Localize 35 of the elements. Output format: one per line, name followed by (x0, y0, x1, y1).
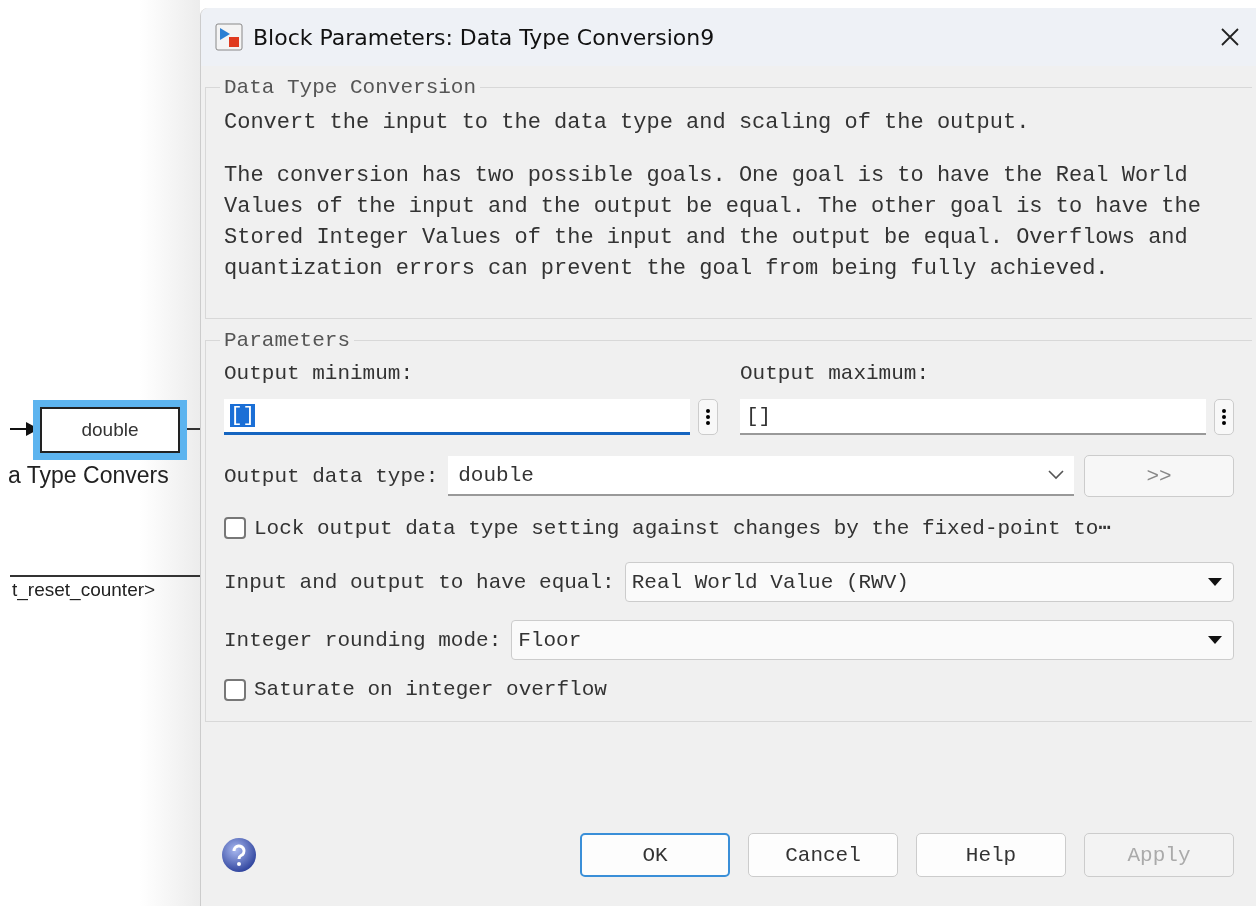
checkbox[interactable] (224, 516, 246, 539)
vertical-dots-icon (1222, 409, 1226, 425)
checkbox-label: Saturate on integer overflow (254, 678, 607, 701)
input-field[interactable]: [] (740, 399, 1206, 435)
signal-line (187, 428, 200, 430)
help-icon[interactable] (221, 837, 257, 873)
group-title: Parameters (223, 329, 352, 352)
field-label: Output maximum: (740, 362, 931, 385)
signal-label: t_reset_counter> (12, 579, 156, 601)
checkbox-label: Lock output data type setting against changes by the fixed-point to⋯ (254, 516, 1111, 540)
dropdown-arrow-icon (1207, 577, 1223, 587)
vertical-dots-icon (706, 409, 710, 425)
field-label: Input and output to have equal: (224, 570, 615, 594)
more-options-button[interactable] (698, 399, 718, 435)
dialog-button[interactable]: Cancel (748, 833, 898, 877)
block-app-icon (215, 23, 243, 51)
group-title: Data Type Conversion (223, 76, 478, 99)
dropdown-arrow-icon (1207, 635, 1223, 645)
conversion-block[interactable]: double (40, 407, 180, 453)
window-title: Block Parameters: Data Type Conversion9 (253, 24, 716, 50)
field-label: Integer rounding mode: (224, 628, 502, 652)
dialog-button[interactable]: OK (580, 833, 730, 877)
dialog-button[interactable]: Help (916, 833, 1066, 877)
block-caption: a Type Convers (8, 462, 169, 489)
data-type-combobox[interactable]: double (448, 456, 1074, 496)
chevron-down-icon (1048, 470, 1064, 480)
description-text: The conversion has two possible goals. One goal is to have the Real World Values of the input and the output be equal. The other goal is to have the Stored Integer Values of the input and the output be equal. Overflows and quantization errors can prevent the goal from being fully achieved. (224, 162, 1202, 283)
input-field[interactable]: [] (224, 399, 690, 435)
dropdown[interactable]: Floor (511, 620, 1234, 660)
field-label: Output data type: (224, 464, 439, 488)
dropdown[interactable]: Real World Value (RWV) (624, 562, 1234, 602)
description-text: Convert the input to the data type and scaling of the output. (224, 109, 1031, 137)
checkbox[interactable] (224, 678, 246, 701)
more-options-button[interactable] (1214, 399, 1234, 435)
field-label: Output minimum: (224, 362, 415, 385)
